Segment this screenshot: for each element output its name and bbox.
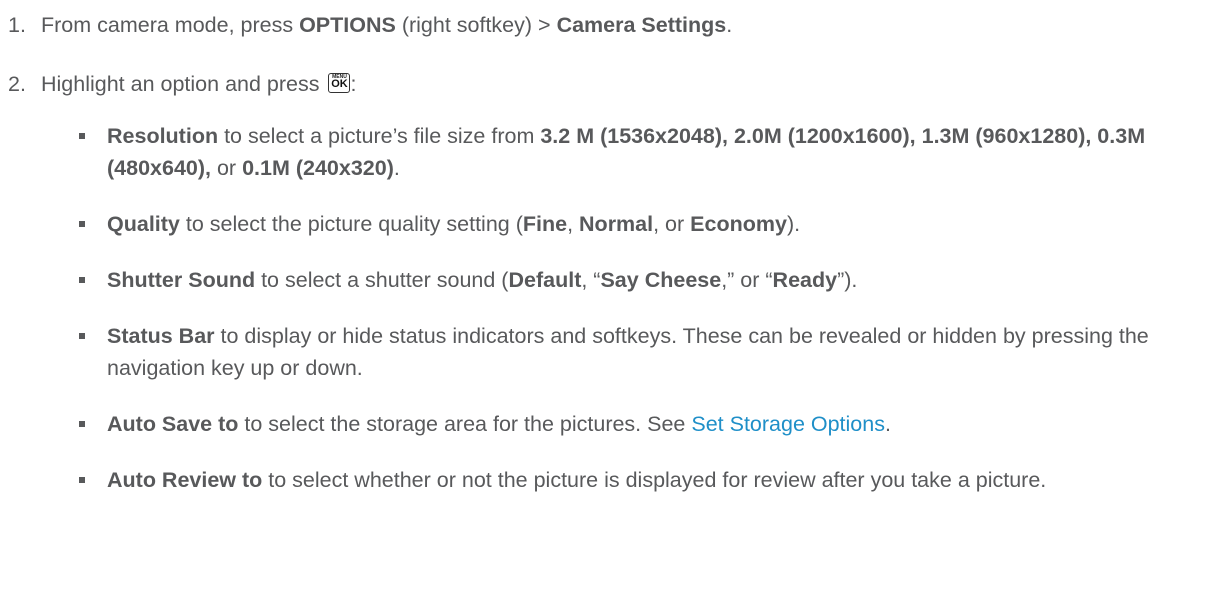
quality-normal: Normal (579, 212, 654, 236)
item-text: , (567, 212, 580, 236)
quality-economy: Economy (690, 212, 787, 236)
list-item-resolution: Resolution to select a picture’s file si… (79, 120, 1209, 184)
step-text: : (350, 72, 357, 96)
step-text: Highlight an option and press (41, 72, 326, 96)
item-text: or (211, 156, 243, 180)
list-item-auto-review: Auto Review to to select whether or not … (79, 464, 1209, 496)
item-text: to select whether or not the picture is … (262, 468, 1047, 492)
resolution-term: Resolution (107, 124, 219, 148)
item-text: ,” or “ (721, 268, 773, 292)
quality-term: Quality (107, 212, 180, 236)
ok-key-label: OK (331, 78, 348, 90)
step-number: 2. (8, 72, 26, 96)
auto-save-term: Auto Save to (107, 412, 239, 436)
item-text: . (393, 156, 400, 180)
shutter-ready: Ready (772, 268, 838, 292)
list-item-status-bar: Status Bar to display or hide status ind… (79, 320, 1209, 384)
quality-fine: Fine (522, 212, 568, 236)
step-1: 1. From camera mode, press OPTIONS (right… (8, 9, 732, 41)
item-text: to display or hide status indicators and… (107, 324, 1149, 380)
shutter-sound-term: Shutter Sound (107, 268, 256, 292)
item-text: . (884, 412, 891, 436)
camera-settings-list: Resolution to select a picture’s file si… (79, 120, 1209, 496)
resolution-value-small: 0.1M (240x320) (242, 156, 394, 180)
item-text: ). (786, 212, 801, 236)
auto-review-term: Auto Review to (107, 468, 263, 492)
set-storage-options-link[interactable]: Set Storage Options (691, 412, 885, 436)
item-text: to select a shutter sound ( (255, 268, 509, 292)
shutter-default: Default (508, 268, 582, 292)
item-text: , “ (581, 268, 601, 292)
camera-settings-label: Camera Settings (556, 13, 727, 37)
step-text: From camera mode, press (41, 13, 300, 37)
step-number: 1. (8, 13, 26, 37)
list-item-quality: Quality to select the picture quality se… (79, 208, 1209, 240)
step-text: (right softkey) > (395, 13, 557, 37)
menu-ok-key-icon: MENU OK (328, 73, 351, 93)
list-item-shutter-sound: Shutter Sound to select a shutter sound … (79, 264, 1209, 296)
document-page: 1. From camera mode, press OPTIONS (right… (0, 0, 1219, 611)
item-text: to select the storage area for the pictu… (238, 412, 692, 436)
step-2: 2. Highlight an option and press MENU OK: (8, 68, 356, 100)
status-bar-term: Status Bar (107, 324, 215, 348)
item-text: , or (653, 212, 691, 236)
shutter-say-cheese: Say Cheese (600, 268, 722, 292)
item-text: to select the picture quality setting ( (179, 212, 523, 236)
options-softkey-label: OPTIONS (299, 13, 396, 37)
step-text: . (726, 13, 733, 37)
item-text: to select a picture’s file size from (218, 124, 541, 148)
list-item-auto-save: Auto Save to to select the storage area … (79, 408, 1209, 440)
item-text: ”). (837, 268, 858, 292)
